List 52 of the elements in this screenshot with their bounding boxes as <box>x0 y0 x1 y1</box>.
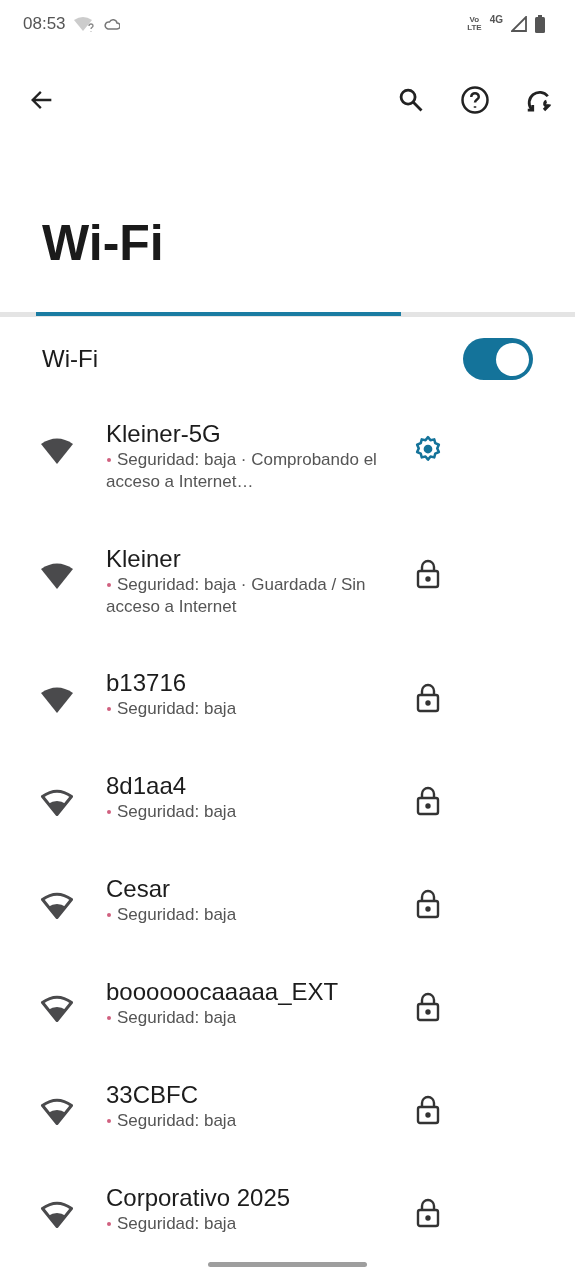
lock-icon[interactable] <box>416 1198 440 1228</box>
status-time: 08:53 <box>23 14 66 34</box>
wifi-signal-icon <box>40 562 74 590</box>
wifi-switch[interactable] <box>463 338 533 380</box>
lock-icon[interactable] <box>416 1095 440 1125</box>
wifi-signal-icon <box>40 789 74 817</box>
network-details: Seguridad: baja <box>106 1007 237 1029</box>
wifi-question-icon <box>73 16 96 32</box>
help-icon[interactable] <box>460 85 490 115</box>
network-name[interactable]: Corporativo 2025 <box>106 1183 406 1213</box>
lock-icon[interactable] <box>416 889 440 919</box>
network-name[interactable]: Kleiner <box>106 544 406 574</box>
wifi-signal-icon <box>40 892 74 920</box>
lock-icon[interactable] <box>416 786 440 816</box>
wifi-signal-icon <box>40 995 74 1023</box>
security-dot-icon <box>107 1221 111 1226</box>
network-details: Seguridad: baja · Guardada / Sin acceso a Internet <box>106 574 367 618</box>
security-dot-icon <box>107 912 111 917</box>
network-details: Seguridad: baja <box>106 698 237 720</box>
lock-icon[interactable] <box>416 683 440 713</box>
page-title: Wi-Fi <box>41 214 165 273</box>
network-type-label: 4G <box>489 14 503 25</box>
cell-signal-icon <box>511 16 527 32</box>
wifi-label: Wi-Fi <box>42 345 99 373</box>
network-details: Seguridad: baja <box>106 1213 237 1235</box>
wifi-signal-icon <box>40 1201 74 1229</box>
wifi-signal-icon <box>40 1098 74 1126</box>
wifi-signal-icon <box>40 437 74 465</box>
settings-icon[interactable] <box>413 434 443 464</box>
battery-icon <box>535 15 545 33</box>
security-dot-icon <box>107 1015 111 1020</box>
network-name[interactable]: Cesar <box>106 874 406 904</box>
network-details: Seguridad: baja <box>106 904 237 926</box>
network-name[interactable]: b13716 <box>106 668 406 698</box>
security-dot-icon <box>107 457 111 462</box>
security-dot-icon <box>107 582 111 587</box>
network-details: Seguridad: baja <box>106 1110 237 1132</box>
security-dot-icon <box>107 809 111 814</box>
network-details: Seguridad: baja · Comprobando el acceso a Internet… <box>106 449 378 493</box>
network-name[interactable]: 8d1aa4 <box>106 771 406 801</box>
security-dot-icon <box>107 706 111 711</box>
search-icon[interactable] <box>397 86 425 114</box>
lock-icon[interactable] <box>416 559 440 589</box>
network-name[interactable]: boooooocaaaaa_EXT <box>106 977 406 1007</box>
network-name[interactable]: 33CBFC <box>106 1080 406 1110</box>
network-details: Seguridad: baja <box>106 801 237 823</box>
cloud-icon <box>103 18 120 30</box>
security-dot-icon <box>107 1118 111 1123</box>
wifi-signal-icon <box>40 686 74 714</box>
network-name[interactable]: Kleiner-5G <box>106 419 406 449</box>
volte-label: Vo LTE <box>467 16 482 32</box>
lock-icon[interactable] <box>416 992 440 1022</box>
